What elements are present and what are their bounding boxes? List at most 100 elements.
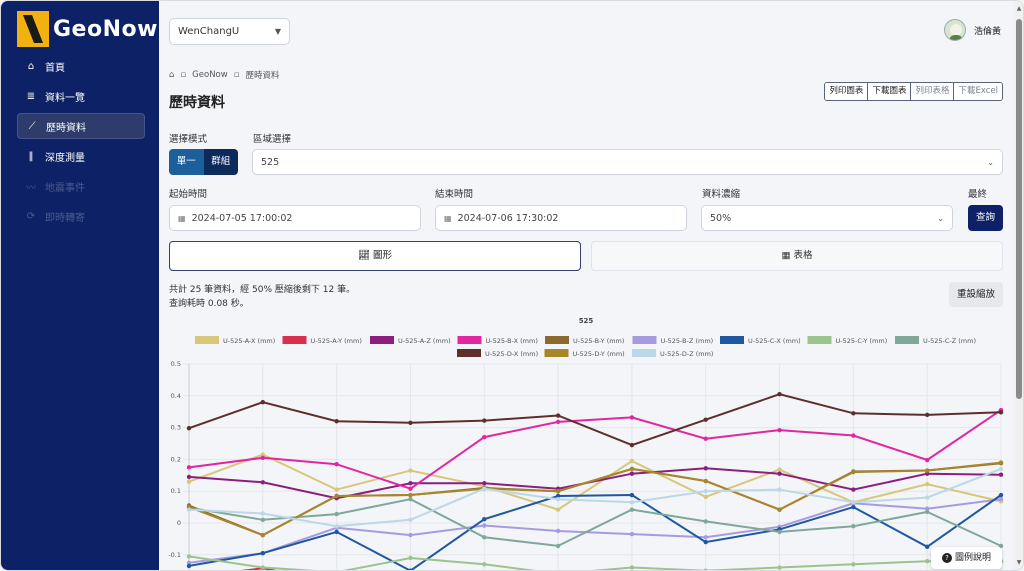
data-point[interactable]: [260, 532, 266, 538]
start-time-field[interactable]: ▦ 2024-07-05 17:00:02: [169, 205, 421, 231]
series-line[interactable]: [188, 462, 1002, 537]
data-point[interactable]: [260, 480, 266, 485]
data-point[interactable]: [998, 492, 1004, 498]
data-point[interactable]: [334, 493, 339, 499]
data-point[interactable]: [703, 466, 708, 471]
line-chart[interactable]: 525 U-525-A-X (mm) U-525-A-Y (mm) U-525-A-Z…: [159, 311, 1013, 571]
data-point[interactable]: [629, 466, 635, 472]
data-point[interactable]: [703, 539, 708, 545]
data-point[interactable]: [924, 558, 930, 564]
data-point[interactable]: [555, 489, 561, 494]
mode-group-button[interactable]: 群組: [203, 149, 238, 175]
data-point[interactable]: [851, 433, 856, 438]
data-point[interactable]: [629, 471, 635, 476]
data-point[interactable]: [924, 509, 930, 515]
data-point[interactable]: [186, 479, 192, 484]
data-point[interactable]: [408, 481, 413, 486]
data-point[interactable]: [851, 469, 856, 475]
data-point[interactable]: [482, 562, 487, 567]
tab-table[interactable]: ▦ 表格: [591, 241, 1003, 271]
data-point[interactable]: [408, 517, 413, 523]
data-point[interactable]: [629, 531, 635, 537]
data-point[interactable]: [334, 461, 339, 467]
data-point[interactable]: [777, 467, 782, 472]
data-point[interactable]: [703, 417, 708, 422]
data-point[interactable]: [703, 519, 708, 524]
data-point[interactable]: [408, 492, 413, 498]
print-table-button[interactable]: 列印表格: [911, 83, 955, 100]
data-point[interactable]: [334, 487, 339, 492]
data-point[interactable]: [629, 507, 635, 512]
data-point[interactable]: [703, 478, 708, 484]
series-line[interactable]: [188, 461, 1002, 537]
data-point[interactable]: [260, 565, 266, 570]
data-point[interactable]: [555, 496, 561, 502]
data-point[interactable]: [777, 471, 782, 476]
data-point[interactable]: [998, 496, 1004, 502]
data-point[interactable]: [334, 511, 339, 517]
breadcrumb-item-geonow[interactable]: GeoNow: [192, 70, 228, 80]
data-point[interactable]: [482, 486, 487, 491]
data-point[interactable]: [260, 517, 266, 523]
data-point[interactable]: [482, 418, 487, 423]
data-point[interactable]: [777, 507, 782, 512]
user-menu[interactable]: 浩倫黃: [943, 19, 1001, 41]
data-point[interactable]: [186, 554, 192, 559]
data-point[interactable]: [408, 496, 413, 502]
data-point[interactable]: [924, 468, 930, 473]
data-point[interactable]: [851, 487, 856, 492]
data-point[interactable]: [186, 507, 192, 512]
data-point[interactable]: [186, 563, 192, 569]
data-point[interactable]: [482, 516, 487, 522]
scrollbar-thumb[interactable]: [1016, 19, 1022, 399]
sidebar-item-0[interactable]: ⌂ 首頁: [17, 53, 145, 79]
data-point[interactable]: [924, 482, 930, 487]
data-point[interactable]: [334, 523, 339, 529]
data-point[interactable]: [555, 507, 561, 512]
data-point[interactable]: [851, 411, 856, 416]
data-point[interactable]: [777, 565, 782, 570]
legend-help-button[interactable]: ? 圖例說明: [931, 547, 1002, 569]
data-point[interactable]: [482, 535, 487, 540]
data-point[interactable]: [260, 551, 266, 556]
area-select[interactable]: 525 ⌄: [252, 149, 1003, 175]
series-line[interactable]: [188, 555, 1001, 571]
data-point[interactable]: [851, 500, 856, 505]
tab-chart[interactable]: 📈︎ 圖形: [169, 241, 581, 271]
data-point[interactable]: [260, 399, 266, 405]
data-point[interactable]: [703, 535, 708, 540]
download-excel-button[interactable]: 下載Excel: [954, 83, 1002, 100]
compress-select[interactable]: 50% ⌄: [701, 205, 953, 231]
download-chart-button[interactable]: 下載圖表: [868, 83, 912, 100]
data-point[interactable]: [629, 500, 635, 505]
home-icon[interactable]: ⌂: [169, 70, 174, 80]
end-time-field[interactable]: ▦ 2024-07-06 17:30:02: [435, 205, 687, 231]
data-point[interactable]: [555, 419, 561, 425]
data-point[interactable]: [998, 466, 1004, 472]
print-chart-button[interactable]: 列印圖表: [825, 83, 869, 100]
series-line[interactable]: [188, 467, 1002, 500]
data-point[interactable]: [851, 523, 856, 529]
data-point[interactable]: [703, 494, 708, 500]
mode-single-button[interactable]: 單一: [169, 149, 204, 175]
data-point[interactable]: [555, 543, 561, 549]
data-point[interactable]: [482, 523, 487, 528]
data-point[interactable]: [408, 486, 413, 491]
scroll-up-icon[interactable]: ▲: [1015, 5, 1023, 13]
data-point[interactable]: [482, 481, 487, 486]
data-point[interactable]: [186, 426, 192, 431]
data-point[interactable]: [924, 412, 930, 418]
data-point[interactable]: [260, 511, 266, 516]
data-point[interactable]: [777, 427, 782, 433]
scroll-down-icon[interactable]: ▼: [1015, 559, 1023, 567]
data-point[interactable]: [998, 460, 1004, 465]
data-point[interactable]: [555, 528, 561, 534]
data-point[interactable]: [924, 495, 930, 500]
data-point[interactable]: [482, 434, 487, 440]
data-point[interactable]: [998, 472, 1004, 477]
data-point[interactable]: [629, 492, 635, 498]
data-point[interactable]: [629, 565, 635, 570]
data-point[interactable]: [924, 544, 930, 550]
sidebar-item-1[interactable]: ≣ 資料一覽: [17, 83, 145, 109]
data-point[interactable]: [408, 420, 413, 426]
